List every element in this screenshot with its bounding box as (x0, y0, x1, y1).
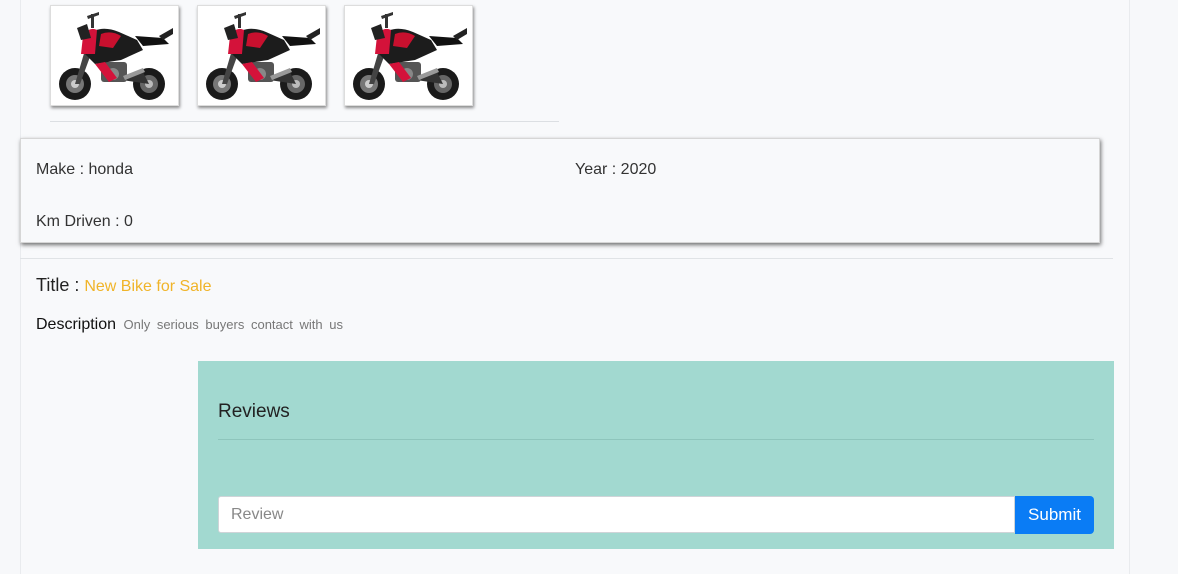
bike-thumbnail-1[interactable] (50, 5, 179, 106)
year-spec: Year : 2020 (575, 161, 656, 179)
km-label: Km Driven : (36, 213, 125, 230)
description-label: Description (36, 316, 117, 333)
make-label: Make : (36, 161, 89, 178)
title-value: New Bike for Sale (84, 278, 212, 295)
bike-thumbnail-3[interactable] (344, 5, 473, 106)
submit-button[interactable]: Submit (1015, 496, 1094, 534)
km-spec: Km Driven : 0 (36, 213, 133, 231)
listing-description-row: Description Only serious buyers contact … (36, 316, 343, 334)
reviews-heading: Reviews (218, 401, 290, 422)
year-value: 2020 (620, 161, 657, 178)
reviews-divider (218, 439, 1094, 440)
make-value: honda (88, 161, 133, 178)
gallery-divider (50, 121, 559, 122)
image-gallery (50, 5, 473, 106)
make-spec: Make : honda (36, 161, 133, 179)
title-label: Title : (36, 275, 85, 295)
year-label: Year : (575, 161, 621, 178)
description-value: Only serious buyers contact with us (123, 317, 343, 332)
km-value: 0 (124, 213, 133, 230)
listing-title-row: Title : New Bike for Sale (36, 275, 212, 296)
specs-divider (20, 258, 1113, 259)
reviews-section: Reviews Submit (198, 361, 1114, 549)
bike-thumbnail-2[interactable] (197, 5, 326, 106)
specs-card: Make : honda Year : 2020 Km Driven : 0 (20, 138, 1100, 243)
review-input[interactable] (218, 496, 1015, 533)
